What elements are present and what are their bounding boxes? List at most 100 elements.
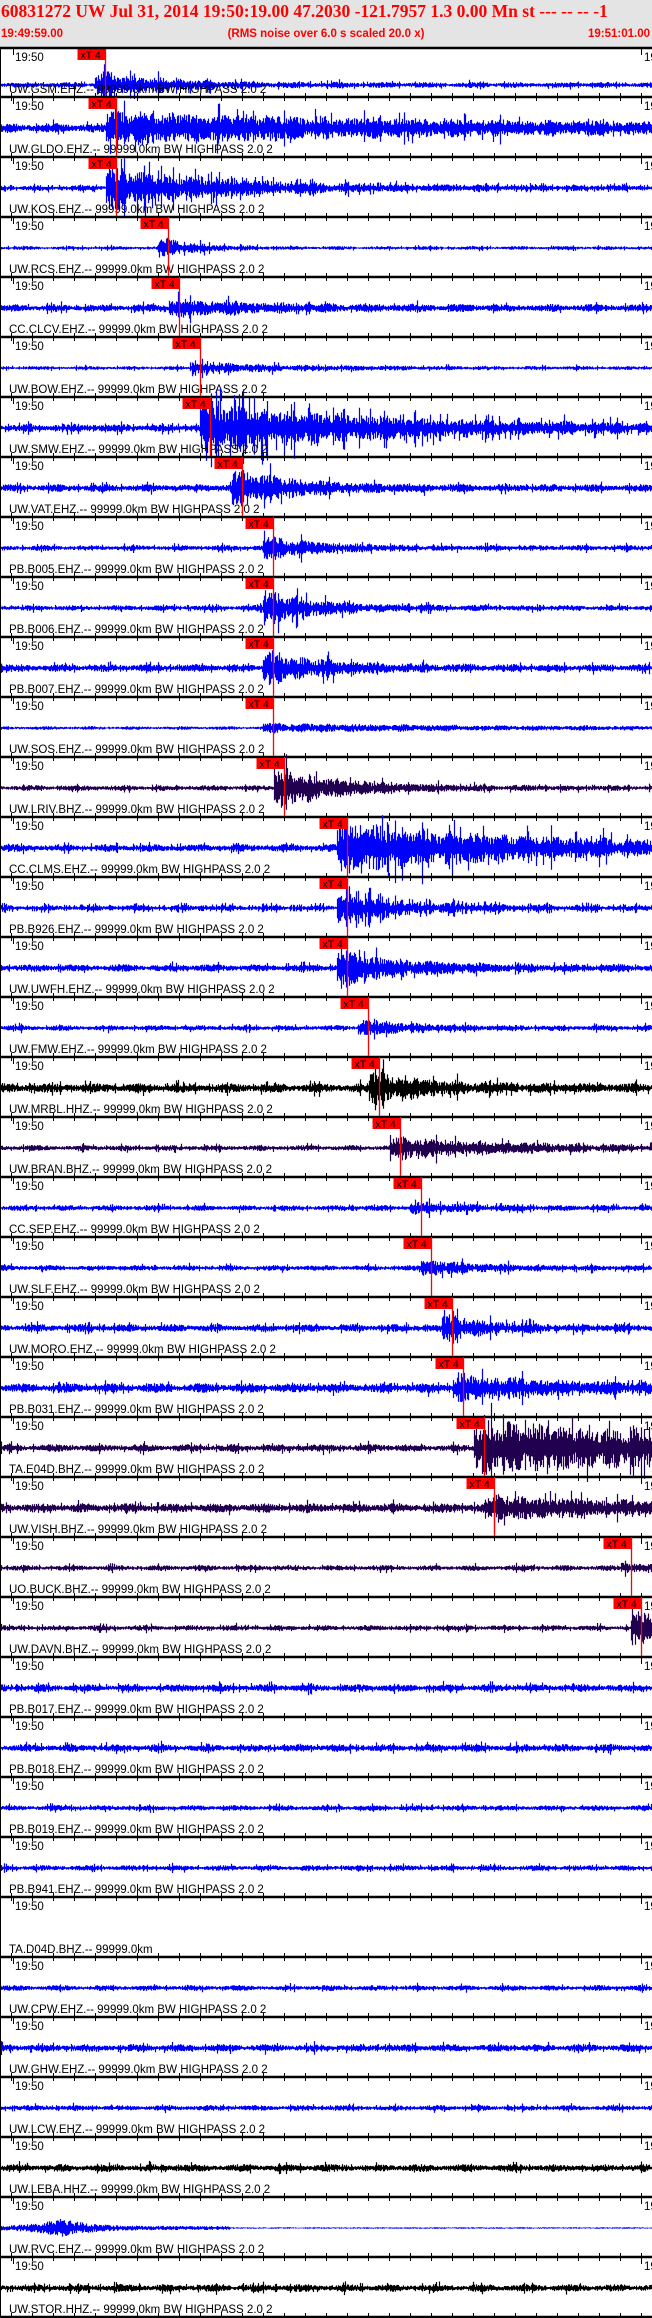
channel-label: PB.B017.EHZ.-- 99999.0km BW HIGHPASS 2.0… [9,1704,264,1716]
waveform-trace [0,2219,652,2237]
waveform-trace [0,1308,652,1344]
time-label-19-51: 19:51 [644,941,652,953]
time-label-19-51: 19:51 [644,161,652,173]
time-label-19-50: 19:50 [15,1961,44,1973]
time-label-19-51: 19:51 [644,2201,652,2213]
waveform-trace [0,1740,652,1755]
time-label-19-50: 19:50 [15,521,44,533]
time-label-19-51: 19:51 [644,1181,652,1193]
pick-label: xT 4 [344,999,364,1011]
time-label-19-51: 19:51 [644,1961,652,1973]
time-label-19-51: 19:51 [644,461,652,473]
time-label-19-51: 19:51 [644,281,652,293]
channel-label: TA.E04D.BHZ.-- 99999.0km BW HIGHPASS 2.0… [9,1464,264,1476]
time-label-19-50: 19:50 [15,821,44,833]
time-label-19-50: 19:50 [15,1061,44,1073]
time-label-19-51: 19:51 [644,2021,652,2033]
channel-label: UW.UWFH.EHZ.-- 99999.0km BW HIGHPASS 2.0… [9,984,275,996]
waveform-trace [0,237,652,258]
time-label-19-50: 19:50 [15,1181,44,1193]
time-label-19-51: 19:51 [644,641,652,653]
pick-label: xT 4 [460,1419,480,1431]
waveform-trace [0,1368,652,1406]
channel-label: UW.BRAN.BHZ.-- 99999.0km BW HIGHPASS 2.0… [9,1164,272,1176]
time-label-19-51: 19:51 [644,2141,652,2153]
channel-label: PB.B006.EHZ.-- 99999.0km BW HIGHPASS 2.0… [9,624,264,636]
waveform-trace [0,1982,652,1993]
waveform-trace [0,358,652,379]
waveform-trace [0,1862,652,1873]
time-label-19-50: 19:50 [15,1241,44,1253]
time-label-19-51: 19:51 [644,821,652,833]
channel-label: CC.SEP.EHZ.-- 99999.0km BW HIGHPASS 2.0 … [9,1224,260,1236]
time-label-19-50: 19:50 [15,1901,44,1913]
channel-label: PB.B926.EHZ.-- 99999.0km BW HIGHPASS 2.0… [9,924,264,936]
time-label-19-50: 19:50 [15,341,44,353]
pick-label: xT 4 [92,159,112,171]
channel-label: UW.SOS.EHZ.-- 99999.0km BW HIGHPASS 2.0 … [9,744,264,756]
pick-label: xT 4 [92,99,112,111]
time-label-19-51: 19:51 [644,1661,652,1673]
channel-label: UW.STOR.HHZ.-- 99999.0km BW HIGHPASS 2.0… [9,2304,273,2316]
pick-label: xT 4 [607,1539,627,1551]
time-label-19-50: 19:50 [15,1361,44,1373]
channel-label: TA.D04D.BHZ.-- 99999.0km [9,1944,153,1956]
time-label-19-51: 19:51 [644,701,652,713]
waveform-trace [0,1058,652,1111]
waveform-trace [0,2281,652,2296]
time-label-19-51: 19:51 [644,761,652,773]
time-label-19-50: 19:50 [15,1481,44,1493]
pick-label: xT 4 [323,819,343,831]
time-label-19-51: 19:51 [644,52,652,64]
channel-label: UW.MORO.EHZ.-- 99999.0km BW HIGHPASS 2.0… [9,1344,276,1356]
time-label-19-50: 19:50 [15,881,44,893]
time-label-19-50: 19:50 [15,1001,44,1013]
channel-label: PB.B018.EHZ.-- 99999.0km BW HIGHPASS 2.0… [9,1764,264,1776]
pick-label: xT 4 [470,1479,490,1491]
time-label-19-51: 19:51 [644,1601,652,1613]
pick-label: xT 4 [397,1179,417,1191]
channel-label: PB.B941.EHZ.-- 99999.0km BW HIGHPASS 2.0… [9,1884,264,1896]
time-label-19-50: 19:50 [15,2141,44,2153]
channel-label: UW.MRBL.HHZ.-- 99999.0km BW HIGHPASS 2.0… [9,1104,273,1116]
pick-label: xT 4 [323,879,343,891]
time-label-19-51: 19:51 [644,881,652,893]
waveform-trace [0,463,652,509]
waveform-trace [0,1608,652,1646]
time-label-19-50: 19:50 [15,2081,44,2093]
pick-label: xT 4 [218,459,238,471]
waveform-trace [0,2102,652,2114]
channel-label: UW.RCS.EHZ.-- 99999.0km BW HIGHPASS 2.0 … [9,264,264,276]
time-label-19-51: 19:51 [644,401,652,413]
waveform-trace [0,754,652,810]
channel-label: PB.B005.EHZ.-- 99999.0km BW HIGHPASS 2.0… [9,564,264,576]
channel-label: UW.LEBA.HHZ.-- 99999.0km BW HIGHPASS 2.0… [9,2184,270,2196]
channel-label: UW.DAVN.BHZ.-- 99999.0km BW HIGHPASS 2.0… [9,1644,271,1656]
pick-label: xT 4 [260,759,280,771]
time-label-19-50: 19:50 [15,1601,44,1613]
time-label-19-50: 19:50 [15,461,44,473]
seismogram-plot: 19:5019:51UW.GSM.EHZ.-- 99999.0km BW HIG… [0,46,652,2318]
time-label-19-51: 19:51 [644,581,652,593]
time-label-19-51: 19:51 [644,1481,652,1493]
channel-label: PB.B007.EHZ.-- 99999.0km BW HIGHPASS 2.0… [9,684,264,696]
time-label-19-50: 19:50 [15,941,44,953]
waveform-trace [0,722,652,734]
channel-label: CC.CLCV.EHZ.-- 99999.0km BW HIGHPASS 2.0… [9,324,268,336]
channel-label: UW.GLDO.EHZ.-- 99999.0km BW HIGHPASS 2.0… [9,144,273,156]
time-label-19-51: 19:51 [644,1781,652,1793]
time-label-19-50: 19:50 [15,701,44,713]
pick-label: xT 4 [81,50,101,62]
time-label-19-50: 19:50 [15,581,44,593]
time-label-19-51: 19:51 [644,1361,652,1373]
time-label-19-50: 19:50 [15,1661,44,1673]
time-label-19-50: 19:50 [15,1841,44,1853]
time-label-19-50: 19:50 [15,1421,44,1433]
channel-label: PB.B019.EHZ.-- 99999.0km BW HIGHPASS 2.0… [9,1824,264,1836]
channel-label: UW.GHW.EHZ.-- 99999.0km BW HIGHPASS 2.0 … [9,2064,268,2076]
waveform-trace [0,650,652,685]
time-label-19-50: 19:50 [15,2021,44,2033]
time-label-19-51: 19:51 [644,1121,652,1133]
pick-label: xT 4 [323,939,343,951]
waveform-trace [0,291,652,324]
